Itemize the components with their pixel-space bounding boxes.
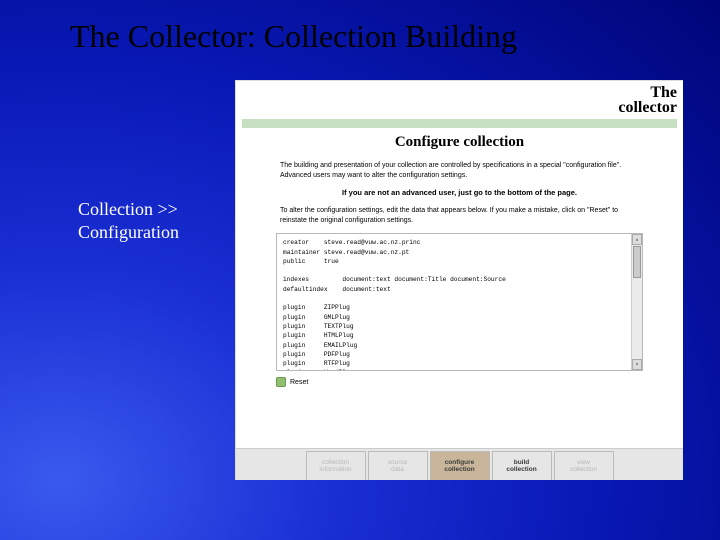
config-textarea[interactable]: creator steve.read@vuw.ac.nz.princ maint… [276,233,643,371]
tab-label-line: data [370,466,426,473]
tab-label-line: source [370,459,426,466]
not-advanced-notice: If you are not an advanced user, just go… [236,188,683,198]
scroll-down-button[interactable]: ▾ [632,359,642,370]
tab-label-line: collection [308,459,364,466]
tab-label-line: collection [432,466,488,473]
tab-label-line: build [494,459,550,466]
slide-title: The Collector: Collection Building [70,18,517,55]
tab-source-data[interactable]: source data [368,451,428,480]
caption-line-2: Configuration [78,222,179,242]
app-header: The collector [236,81,683,117]
tab-view-collection[interactable]: view collection [554,451,614,480]
config-text-value: creator steve.read@vuw.ac.nz.princ maint… [283,239,506,370]
tab-label-line: view [556,459,612,466]
tab-collection-information[interactable]: collection information [306,451,366,480]
scroll-thumb[interactable] [633,246,641,278]
header-divider-bar [242,119,677,128]
scrollbar[interactable]: ▴ ▾ [631,234,642,370]
slide-caption: Collection >> Configuration [78,198,179,243]
tab-label-line: configure [432,459,488,466]
tab-build-collection[interactable]: build collection [492,451,552,480]
app-logo: The collector [618,85,677,115]
tab-label-line: collection [494,466,550,473]
reset-label: Reset [290,379,308,386]
tab-label-line: information [308,466,364,473]
alter-instructions: To alter the configuration settings, edi… [236,206,683,225]
tab-label-line: collection [556,466,612,473]
page-heading: Configure collection [236,134,683,151]
logo-line-2: collector [618,99,677,116]
reset-row: Reset [276,377,643,387]
tab-configure-collection[interactable]: configure collection [430,451,490,480]
reset-button[interactable] [276,377,286,387]
config-text-content[interactable]: creator steve.read@vuw.ac.nz.princ maint… [277,234,642,370]
bottom-nav: collection information source data confi… [236,448,683,480]
intro-paragraph: The building and presentation of your co… [236,161,683,180]
caption-line-1: Collection >> [78,199,178,219]
collector-app-window: The collector Configure collection The b… [235,80,683,480]
scroll-up-button[interactable]: ▴ [632,234,642,245]
